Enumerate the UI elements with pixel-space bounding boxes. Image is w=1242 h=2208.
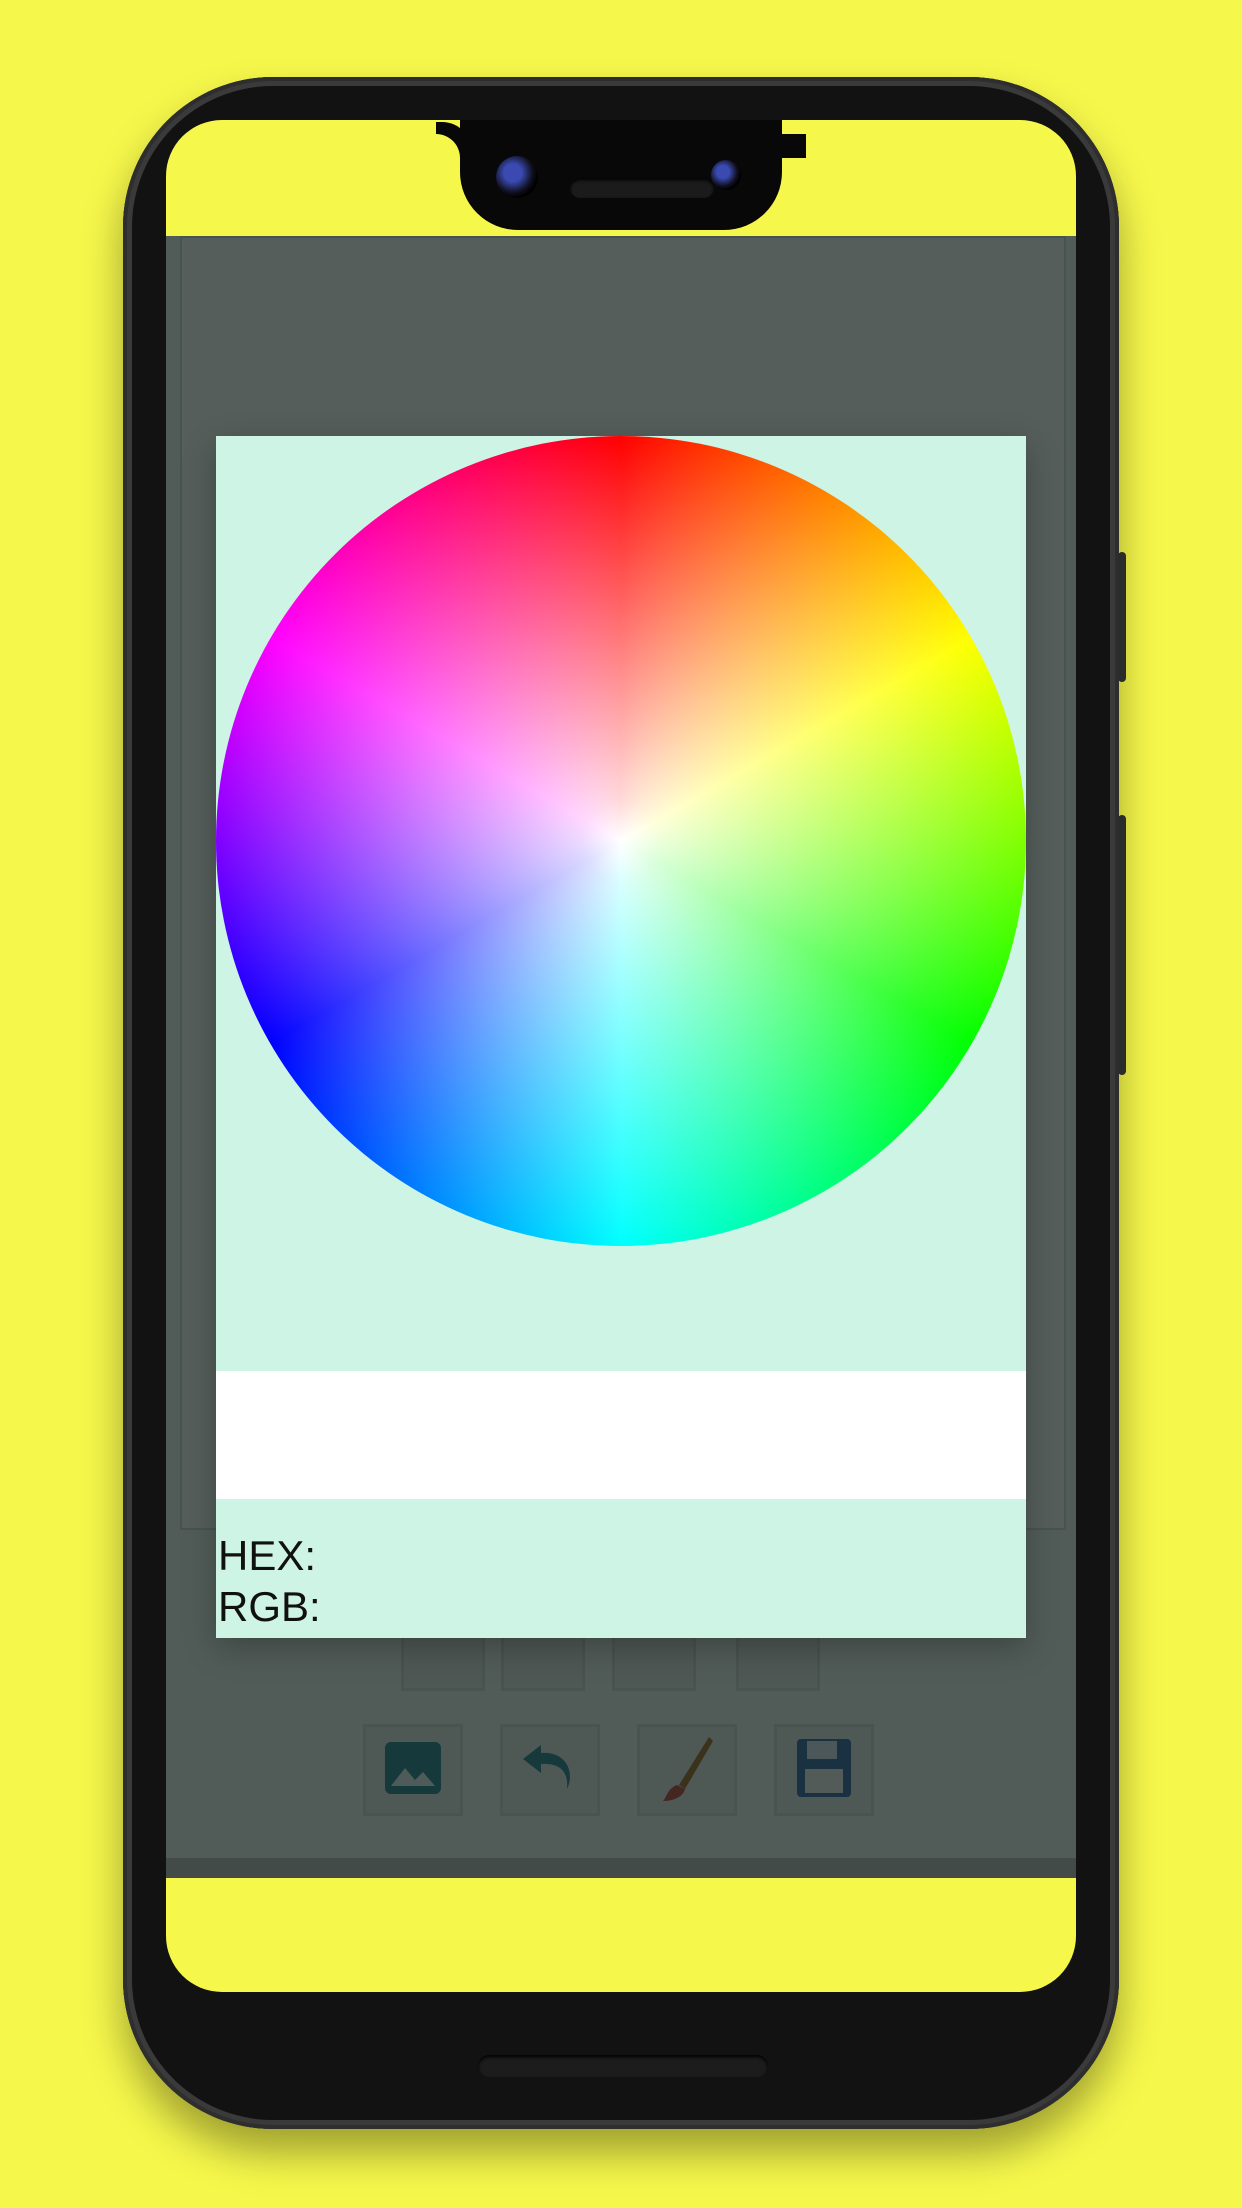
volume-button: [1118, 815, 1126, 1075]
color-preview: [216, 1371, 1026, 1499]
color-wheel[interactable]: [216, 436, 1026, 1246]
earpiece-speaker: [570, 178, 714, 198]
power-button: [1118, 552, 1126, 682]
color-picker-dialog: HEX: RGB:: [216, 436, 1026, 1638]
bottom-speaker: [478, 2055, 768, 2077]
front-camera: [496, 156, 538, 198]
rgb-label: RGB:: [218, 1583, 321, 1630]
hex-label: HEX:: [218, 1532, 317, 1579]
front-sensor: [711, 160, 741, 190]
